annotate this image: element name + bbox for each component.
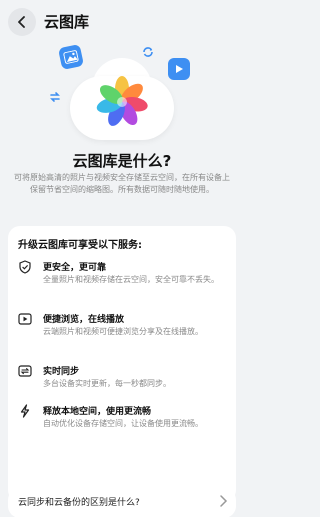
gallery-flower-logo (96, 76, 148, 126)
services-card: 升级云图库可享受以下服务: 更安全，更可靠 全量照片和视频存储在云空间，安全可靠… (8, 226, 236, 502)
page-title: 云图库 (44, 13, 90, 31)
sync-icon (143, 47, 153, 57)
chevron-right-icon (220, 495, 228, 507)
intro-description: 可将原始高清的照片与视频安全存储至云空间，在所有设备上保留节省空间的缩略图。所有… (14, 173, 230, 194)
back-button[interactable] (8, 8, 36, 36)
photo-tile-icon (57, 43, 85, 71)
shield-check-icon (19, 260, 31, 274)
service-desc-storage: 自动优化设备存储空间，让设备使用更流畅。 (43, 419, 203, 428)
sync-icon (18, 365, 32, 377)
play-icon (18, 313, 32, 325)
faq-label: 云同步和云备份的区别是什么? (18, 498, 140, 508)
service-desc-browse: 云端照片和视频可便捷浏览分享及在线播放。 (43, 327, 203, 336)
services-title: 升级云图库可享受以下服务: (18, 240, 142, 251)
video-tile-icon (168, 58, 190, 80)
lightning-icon (20, 404, 30, 418)
section-headline: 云图库是什么? (72, 152, 172, 170)
service-title-security: 更安全，更可靠 (43, 263, 107, 273)
service-title-browse: 便捷浏览，在线播放 (43, 315, 125, 325)
top-bar: 云图库 (0, 0, 244, 44)
hero-illustration (0, 43, 244, 154)
service-title-sync: 实时同步 (43, 367, 80, 377)
service-title-storage: 释放本地空间，使用更流畅 (43, 407, 152, 417)
service-desc-sync: 多台设备实时更新，每一秒都同步。 (43, 379, 171, 388)
back-arrow-icon (18, 16, 25, 28)
service-desc-security: 全量照片和视频存储在云空间，安全可靠不丢失。 (43, 275, 219, 284)
transfer-icon (50, 92, 60, 102)
faq-item[interactable]: 云同步和云备份的区别是什么? (8, 488, 236, 517)
